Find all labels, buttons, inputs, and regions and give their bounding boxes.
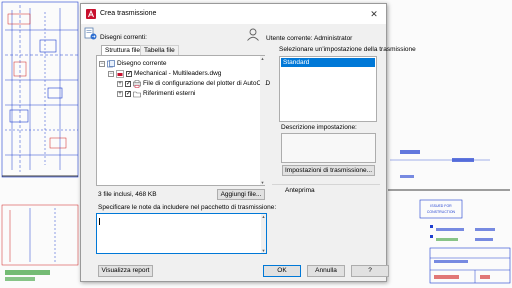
view-report-button[interactable]: Visualizza report [98,265,153,277]
window-title: Crea trasmissione [100,10,157,17]
expand-toggle[interactable]: + [117,90,123,97]
setup-description-label: Descrizione impostazione: [281,124,357,131]
scroll-down-arrow-icon[interactable]: ▼ [260,180,265,185]
tab-file-table-label: Tabella file [144,47,175,54]
transmittal-setups-list[interactable]: Standard [279,56,377,122]
notes-textarea[interactable]: ▲ ▼ [96,213,267,254]
help-button[interactable]: ? [351,265,389,277]
drawing-set-icon [107,59,115,67]
tree-item-label: File di configurazione del plotter di Au… [143,80,271,87]
stamp-line-1: ISSUED FOR [430,204,452,208]
preview-group [272,184,380,258]
file-tree-view[interactable]: − Disegno corrente − ✓ Mechanical - Mult… [96,55,270,186]
ok-label: OK [277,267,287,274]
transmittal-setups-button[interactable]: Impostazioni di trasmissione... [282,165,375,176]
tree-item-current-drawing[interactable]: − Disegno corrente [99,59,167,68]
add-files-label: Aggiungi file... [220,191,262,198]
close-button[interactable]: ✕ [362,4,386,24]
current-user-label: Utente corrente: Administrator [266,35,353,42]
include-checkbox[interactable]: ✓ [125,80,131,87]
include-checkbox[interactable]: ✓ [126,70,132,77]
tab-file-tree-label: Struttura file [105,47,141,54]
title-bar[interactable]: Crea trasmissione ✕ [81,4,386,24]
user-icon [247,28,259,41]
text-caret [99,218,100,225]
tree-item-label: Mechanical - Multileaders.dwg [134,70,222,77]
notes-scrollbar[interactable]: ▲ ▼ [261,214,266,253]
ok-button[interactable]: OK [263,265,301,277]
include-checkbox[interactable]: ✓ [125,90,131,97]
setup-description-box [281,133,376,163]
tree-item-label: Riferimenti esterni [143,90,196,97]
collapse-toggle[interactable]: − [99,60,105,67]
collapse-toggle[interactable]: − [108,70,114,77]
file-count-info: 3 file inclusi, 468 KB [98,191,157,198]
xref-folder-icon [133,91,141,97]
autocad-transmit-icon [86,9,96,19]
plotter-config-icon [133,79,141,88]
tree-scrollbar[interactable]: ▲ ▼ [260,56,265,185]
stamp-line-2: CONSTRUCTION [427,210,456,214]
notes-label: Specificare le note da includere nel pac… [98,204,277,211]
tree-item-plotter-config[interactable]: + ✓ File di configurazione del plotter d… [117,79,270,88]
transmit-dialog: Crea trasmissione ✕ Disegni correnti: Ut… [80,3,416,282]
cancel-button[interactable]: Annulla [307,265,345,277]
tree-item-xrefs[interactable]: + ✓ Riferimenti esterni [117,89,195,98]
setup-item-label: Standard [283,59,310,66]
view-report-label: Visualizza report [101,267,150,274]
scroll-up-arrow-icon[interactable]: ▲ [261,214,266,219]
setup-item-standard[interactable]: Standard [281,58,375,67]
add-files-button[interactable]: Aggiungi file... [217,189,265,200]
scroll-up-arrow-icon[interactable]: ▲ [260,56,265,61]
scroll-down-arrow-icon[interactable]: ▼ [261,248,266,253]
tree-item-dwg-file[interactable]: − ✓ Mechanical - Multileaders.dwg [108,69,221,78]
help-label: ? [368,267,372,274]
expand-toggle[interactable]: + [117,80,123,87]
current-drawings-label: Disegni correnti: [100,34,147,41]
dwg-file-icon [116,69,124,78]
tree-item-label: Disegno corrente [117,60,167,67]
preview-label: Anteprima [285,187,315,194]
transmittal-setups-label: Impostazioni di trasmissione... [284,167,373,174]
setup-select-label: Selezionare un'impostazione della trasmi… [279,46,416,53]
drawing-transmit-icon [84,27,97,40]
cancel-label: Annulla [315,267,337,274]
